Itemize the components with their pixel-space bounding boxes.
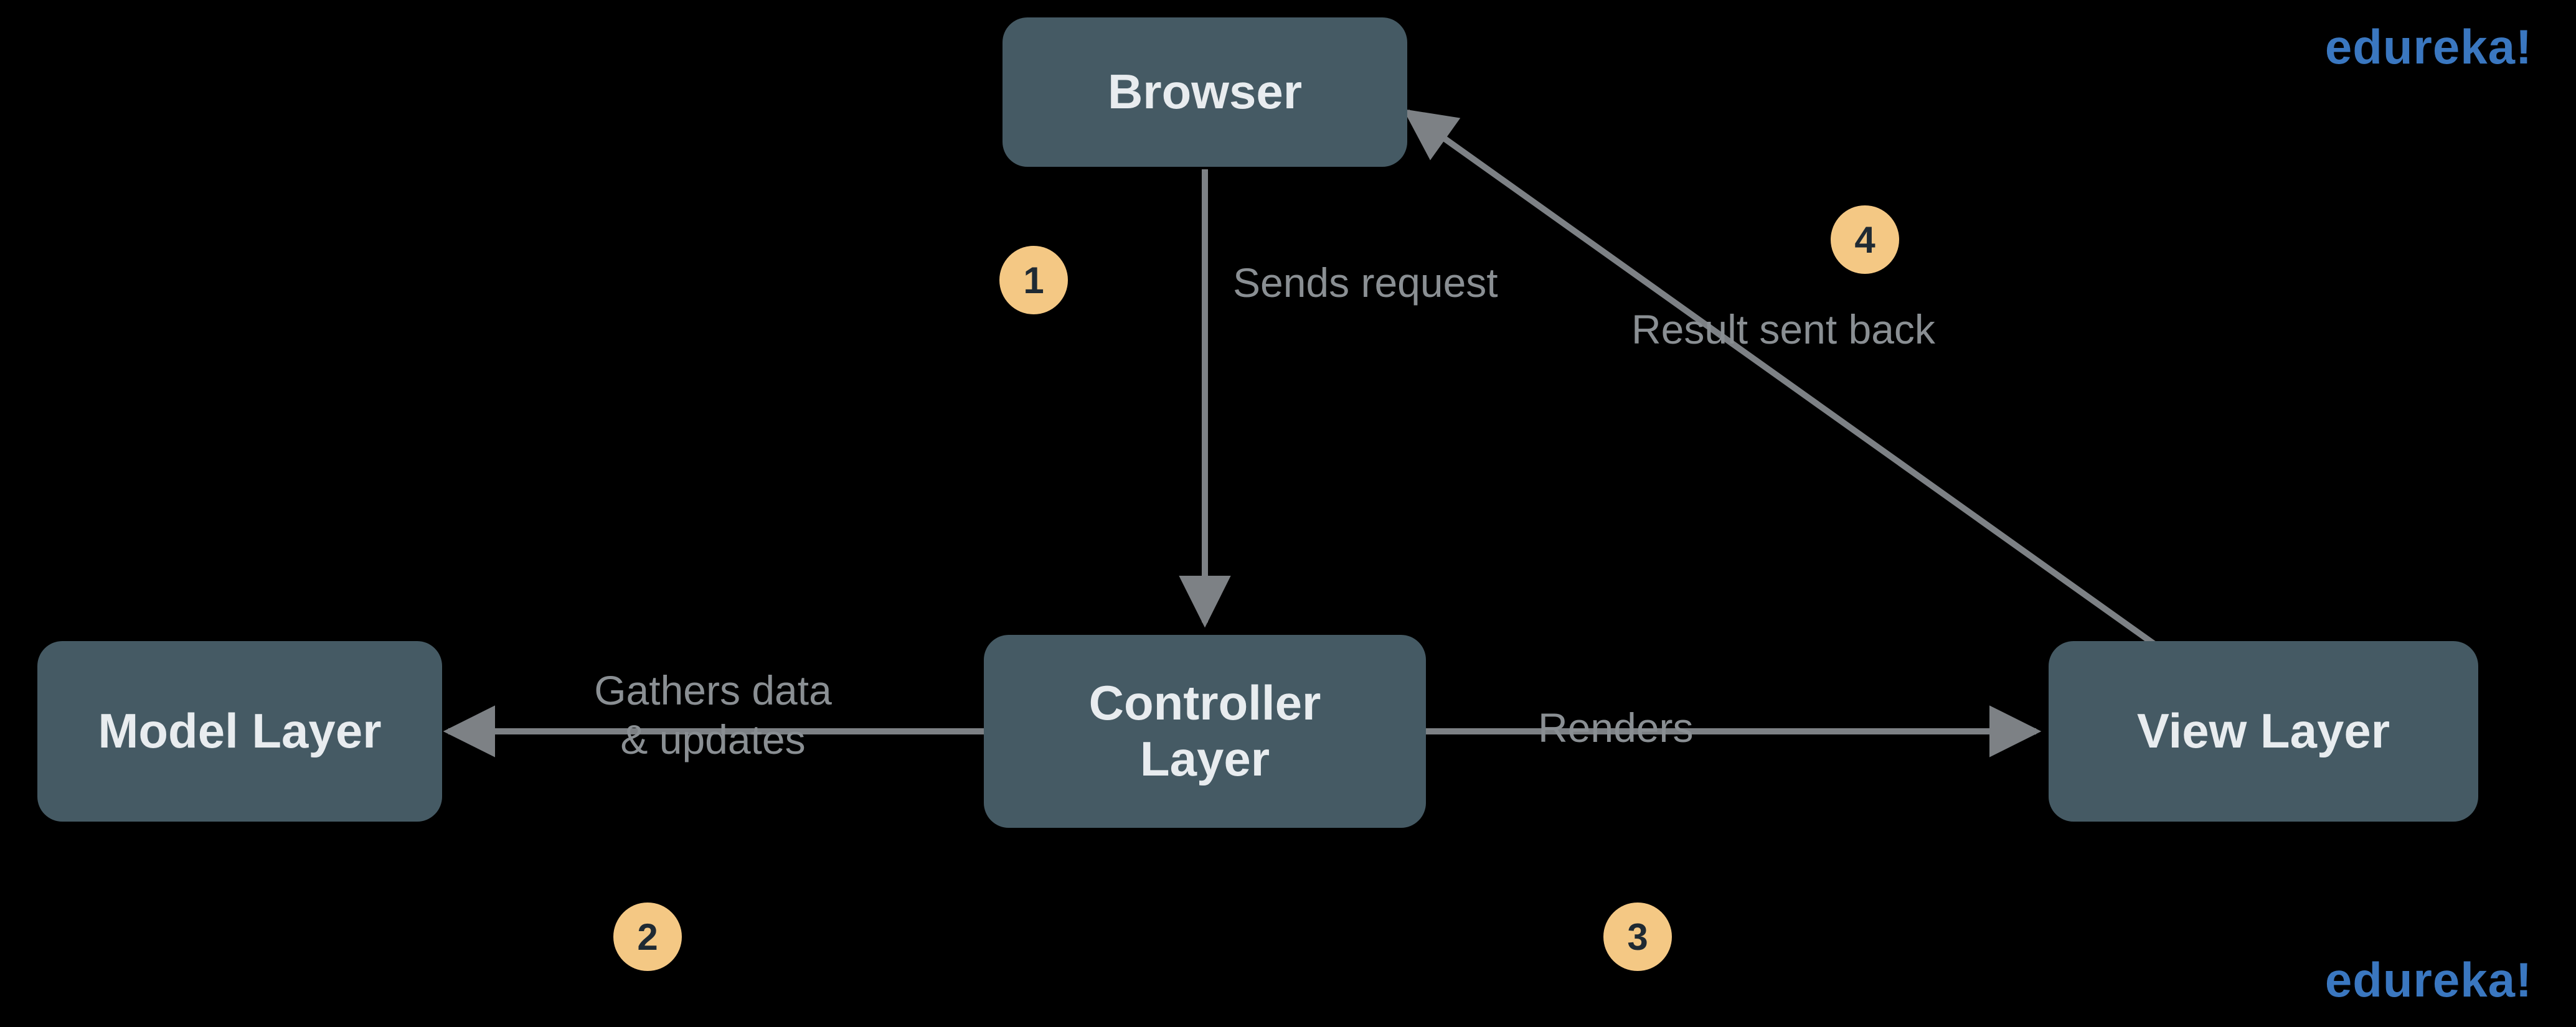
step-3-badge: 3	[1603, 903, 1672, 971]
node-controller: Controller Layer	[984, 635, 1426, 828]
step-4-label: Result sent back	[1631, 305, 1935, 354]
brand-watermark-bottom: edureka!	[2325, 952, 2532, 1008]
node-browser: Browser	[1003, 17, 1407, 167]
node-browser-label: Browser	[1108, 64, 1302, 120]
step-4-badge: 4	[1831, 205, 1899, 274]
node-view-label: View Layer	[2137, 703, 2390, 759]
step-1-badge: 1	[999, 246, 1068, 314]
step-2-badge: 2	[613, 903, 682, 971]
diagram-stage: Browser Controller Layer Model Layer Vie…	[0, 0, 2576, 1027]
node-model: Model Layer	[37, 641, 442, 822]
step-3-number: 3	[1627, 916, 1648, 959]
node-view: View Layer	[2049, 641, 2478, 822]
arrow-view-to-browser	[1407, 112, 2154, 644]
step-3-label: Renders	[1538, 703, 1693, 753]
step-2-label: Gathers data & updates	[551, 666, 875, 764]
brand-watermark-top: edureka!	[2325, 19, 2532, 75]
step-1-number: 1	[1023, 259, 1044, 302]
step-1-label: Sends request	[1233, 258, 1498, 307]
step-4-number: 4	[1854, 218, 1875, 261]
step-2-number: 2	[637, 916, 658, 959]
node-controller-label: Controller Layer	[1089, 675, 1321, 787]
node-model-label: Model Layer	[98, 703, 381, 759]
